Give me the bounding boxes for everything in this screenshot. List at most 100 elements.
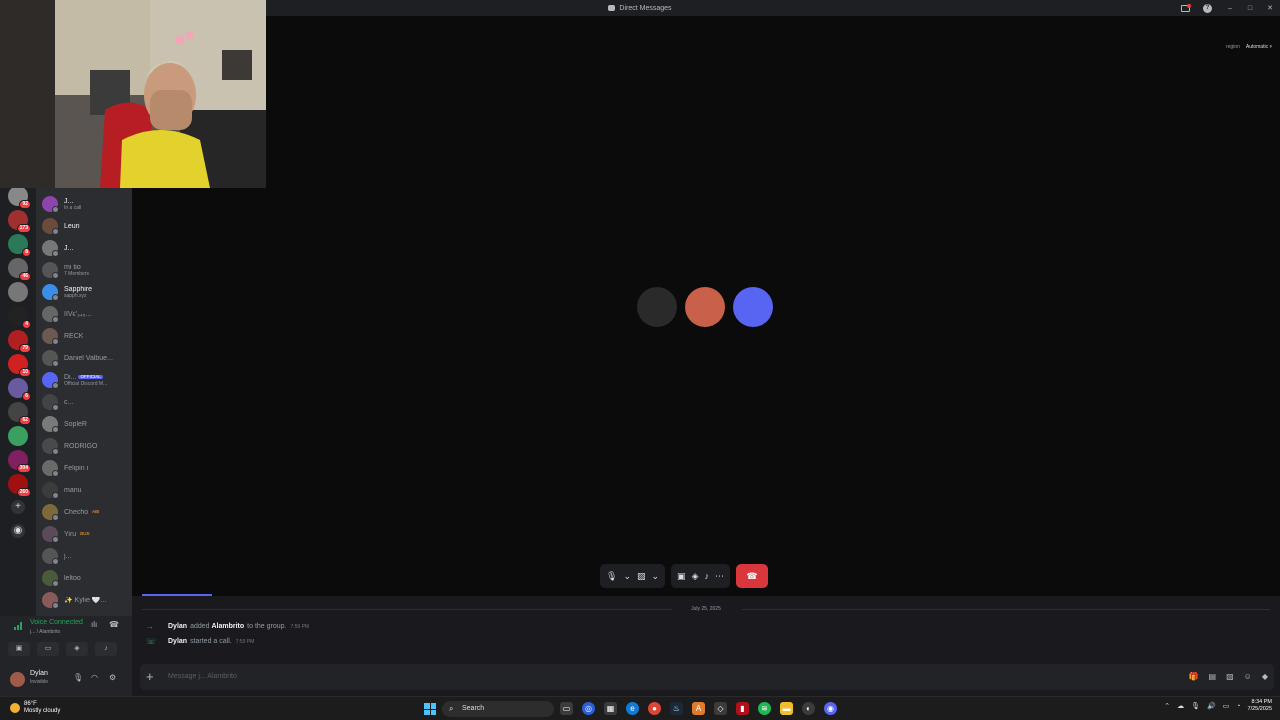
start-button[interactable]	[424, 703, 436, 715]
server-icon[interactable]: 173	[8, 210, 31, 233]
disconnect-icon[interactable]: ☎	[109, 620, 119, 629]
sticker-icon[interactable]: ▧	[1226, 672, 1234, 681]
noise-suppression-icon[interactable]: ılı	[91, 620, 97, 629]
task-view-icon[interactable]: ▭	[560, 702, 573, 715]
server-icon[interactable]	[8, 426, 28, 446]
chevron-down-icon[interactable]: ⌄	[623, 571, 631, 582]
edge-icon[interactable]: e	[626, 702, 639, 715]
server-icon[interactable]: 4	[8, 306, 31, 329]
emoji-icon[interactable]: ☺	[1244, 672, 1252, 681]
server-icon[interactable]: 304	[8, 450, 31, 473]
dm-item[interactable]: IIVϵ′₃₄₅...	[42, 304, 132, 324]
gif-icon[interactable]: ▤	[1209, 672, 1217, 681]
discover-icon[interactable]: ◉	[11, 524, 25, 538]
hang-up-button[interactable]: ☎	[735, 564, 768, 588]
maximize-button[interactable]: □	[1240, 5, 1260, 12]
dm-item[interactable]: Daniel Valbue...	[42, 348, 132, 368]
soundboard-icon[interactable]: ♪	[704, 571, 709, 581]
mute-icon[interactable]: 🎙	[73, 673, 83, 682]
dm-item[interactable]: Yiru BUS	[42, 524, 132, 544]
activity-icon[interactable]: ◈	[692, 571, 699, 582]
message-author[interactable]: Dylan	[168, 623, 187, 630]
discord-taskbar-icon[interactable]: ◉	[824, 702, 837, 715]
camera-off-icon[interactable]: ▨	[637, 571, 646, 582]
network-icon[interactable]: ▭	[1223, 702, 1230, 710]
dm-item[interactable]: c...	[42, 392, 132, 412]
dm-item[interactable]: ✨ Kylie 🤍...	[42, 590, 132, 610]
clock[interactable]: 8:34 PM 7/25/2025	[1248, 699, 1272, 713]
dm-item[interactable]: J... In a call	[42, 194, 132, 214]
dm-item[interactable]: Leuri	[42, 216, 132, 236]
server-icon[interactable]: 46	[8, 258, 31, 281]
chevron-down-icon[interactable]: ⌄	[652, 571, 660, 582]
server-icon[interactable]: 62	[8, 402, 31, 425]
screen-share-button[interactable]: ▭	[37, 642, 59, 656]
app-icon[interactable]: ◇	[714, 702, 727, 715]
activity-button[interactable]: ◈	[66, 642, 88, 656]
voice-status[interactable]: Voice Connected	[30, 619, 83, 626]
soundboard-button[interactable]: ♪	[95, 642, 117, 656]
message-input-box[interactable]: + Message j... Alambrito 🎁 ▤ ▧ ☺ ◆	[140, 664, 1274, 690]
user-avatar[interactable]	[10, 672, 25, 687]
gift-icon[interactable]: 🎁	[1189, 672, 1199, 681]
dm-item[interactable]: J...	[42, 238, 132, 258]
close-button[interactable]: ✕	[1260, 4, 1280, 12]
message-target[interactable]: Alambrito	[211, 623, 244, 630]
taskbar-search[interactable]: ⌕ Search	[442, 701, 554, 717]
message-author[interactable]: Dylan	[168, 638, 187, 645]
app-icon[interactable]: ▮	[736, 702, 749, 715]
store-icon[interactable]: ▦	[604, 702, 617, 715]
video-button[interactable]: ▣	[8, 642, 30, 656]
add-attachment-icon[interactable]: +	[146, 669, 154, 684]
participant-tile[interactable]	[637, 287, 677, 327]
username[interactable]: Dylan	[30, 670, 48, 677]
microphone-icon[interactable]: 🎙	[606, 571, 617, 582]
dm-item[interactable]: manu	[42, 480, 132, 500]
apps-icon[interactable]: ◆	[1262, 672, 1268, 681]
dm-item[interactable]: mi tio 7 Members	[42, 260, 132, 280]
region-value[interactable]: Automatic	[1246, 44, 1268, 50]
dm-item[interactable]: j...	[42, 546, 132, 566]
more-icon[interactable]: ⋯	[715, 571, 724, 582]
server-icon[interactable]	[8, 282, 28, 302]
dm-item[interactable]: leltoo	[42, 568, 132, 588]
app-icon[interactable]: ◐	[802, 702, 815, 715]
cloud-icon[interactable]: ☁	[1177, 702, 1184, 710]
dm-item[interactable]: Felipin i	[42, 458, 132, 478]
file-explorer-icon[interactable]: ▬	[780, 702, 793, 715]
region-selector[interactable]: region Automatic ▾	[1226, 44, 1272, 50]
participant-tile[interactable]	[685, 287, 725, 327]
help-icon[interactable]: ?	[1203, 3, 1212, 13]
volume-icon[interactable]: 🔊	[1207, 702, 1216, 710]
dm-item[interactable]: Di... OFFICIAL Official Discord M...	[42, 370, 132, 390]
spotify-icon[interactable]: ≋	[758, 702, 771, 715]
message-input[interactable]: Message j... Alambrito	[168, 673, 237, 680]
chrome-icon[interactable]: ●	[648, 702, 661, 715]
copilot-icon[interactable]: ◎	[582, 702, 595, 715]
server-icon[interactable]: 92	[8, 186, 31, 209]
minimize-button[interactable]: –	[1220, 5, 1240, 12]
inbox-icon[interactable]	[1181, 3, 1191, 12]
participant-tile[interactable]	[733, 287, 773, 327]
steam-icon[interactable]: ♨	[670, 702, 683, 715]
server-icon[interactable]: 79	[8, 330, 31, 353]
dm-item[interactable]: SopleR	[42, 414, 132, 434]
deafen-icon[interactable]: ◠	[91, 673, 98, 682]
screen-share-icon[interactable]: ▣	[677, 571, 686, 582]
dm-item[interactable]: RODRIGO	[42, 436, 132, 456]
server-icon[interactable]: 10	[8, 354, 31, 377]
chevron-up-icon[interactable]: ⌃	[1164, 702, 1170, 710]
dm-item[interactable]: RECK	[42, 326, 132, 346]
weather-widget[interactable]: 86°F Mostly cloudy	[10, 701, 60, 715]
dm-item[interactable]: Sapphire sapph.xyz	[42, 282, 132, 302]
app-icon[interactable]: A	[692, 702, 705, 715]
microphone-tray-icon[interactable]: 🎙	[1191, 702, 1200, 710]
server-icon[interactable]: 260	[8, 474, 31, 497]
wifi-icon[interactable]: ◔	[1236, 703, 1240, 710]
voice-channel[interactable]: j... / Alambrito	[30, 629, 60, 635]
server-icon[interactable]: 8	[8, 234, 31, 257]
dm-item[interactable]: Checho ABI	[42, 502, 132, 522]
add-server-icon[interactable]: +	[11, 500, 25, 514]
settings-gear-icon[interactable]: ⚙	[109, 673, 116, 682]
server-icon[interactable]: 6	[8, 378, 31, 401]
